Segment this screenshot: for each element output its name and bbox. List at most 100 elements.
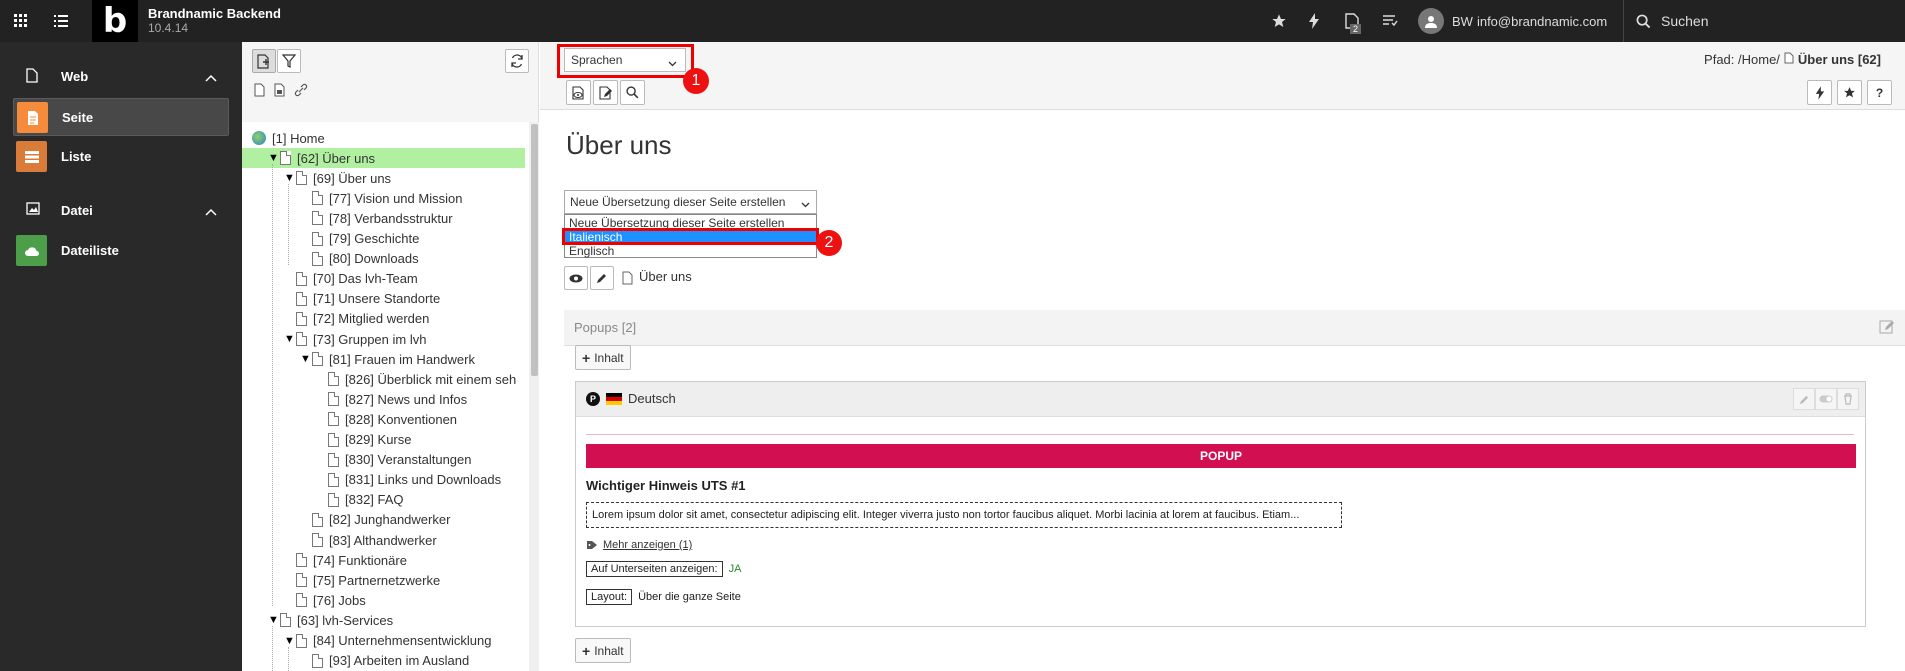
tree-node[interactable]: [82] Junghandwerker: [300, 510, 450, 530]
add-content-button[interactable]: + Inhalt: [575, 345, 631, 370]
sidebar-item-liste[interactable]: Liste: [13, 138, 229, 176]
tree-node[interactable]: [79] Geschichte: [300, 229, 419, 249]
sidebar-item-dateiliste[interactable]: Dateiliste: [13, 232, 229, 270]
edit-page-button[interactable]: [593, 80, 618, 105]
tree-node[interactable]: ▼ [84] Unternehmensentwicklung: [284, 631, 492, 651]
tree-node[interactable]: [74] Funktionäre: [284, 550, 407, 570]
brand-logo[interactable]: b: [92, 0, 138, 42]
tree-node[interactable]: ▼ [73] Gruppen im lvh: [284, 329, 426, 349]
collapse-toggle-icon[interactable]: ▼: [268, 152, 280, 164]
tree-node[interactable]: [75] Partnernetzwerke: [284, 570, 440, 590]
chevron-up-icon[interactable]: [205, 204, 217, 219]
filter-icon: [282, 54, 296, 68]
refresh-button[interactable]: [505, 49, 529, 73]
popup-hint-title: Wichtiger Hinweis UTS #1: [586, 478, 746, 493]
page-type-icon[interactable]: [254, 83, 265, 100]
new-page-button[interactable]: [252, 49, 276, 73]
tree-node[interactable]: ▼ [81] Frauen im Handwerk: [300, 349, 475, 369]
tree-node[interactable]: [826] Überblick mit einem seh: [316, 369, 516, 389]
delete-element-button[interactable]: [1837, 388, 1859, 410]
tree-node-label: [74] Funktionäre: [313, 552, 407, 568]
tree-node[interactable]: [830] Veranstaltungen: [316, 450, 472, 470]
refresh-icon: [511, 54, 523, 68]
layout-setting: Layout: Über die ganze Seite: [586, 588, 741, 606]
edit-element-button[interactable]: [1793, 388, 1815, 410]
filter-button[interactable]: [277, 49, 301, 73]
tree-node[interactable]: [77] Vision und Mission: [300, 188, 462, 208]
sidebar-group-label: Web: [61, 69, 89, 84]
page-icon: [296, 553, 307, 568]
app-grid-icon[interactable]: [8, 0, 34, 42]
eye-icon: [569, 274, 583, 282]
search-button[interactable]: Suchen: [1636, 0, 1708, 42]
tree-node[interactable]: [72] Mitglied werden: [284, 309, 429, 329]
tree-scrollbar-thumb[interactable]: [531, 124, 538, 376]
tree-node[interactable]: [93] Arbeiten im Ausland: [300, 651, 469, 671]
tree-node-selected[interactable]: ▼ [62] Über uns: [268, 148, 375, 168]
tree-node[interactable]: [829] Kurse: [316, 430, 412, 450]
list-menu-icon[interactable]: [48, 0, 74, 42]
sidebar-group-web[interactable]: Web: [0, 58, 242, 94]
tree-node[interactable]: [831] Links und Downloads: [316, 470, 501, 490]
collapse-toggle-icon[interactable]: ▼: [268, 614, 280, 626]
edit-button[interactable]: [590, 266, 614, 290]
tree-node[interactable]: [827] News und Infos: [316, 389, 467, 409]
page-icon: [296, 573, 307, 588]
translation-select-value: Neue Übersetzung dieser Seite erstellen: [570, 195, 786, 209]
tree-node[interactable]: [76] Jobs: [284, 590, 366, 610]
annotation-highlight-2: [562, 228, 819, 245]
folder-page-icon[interactable]: [274, 83, 286, 100]
collapse-toggle-icon[interactable]: ▼: [284, 333, 296, 345]
tree-node[interactable]: [832] FAQ: [316, 490, 404, 510]
workspace-icon[interactable]: [1378, 0, 1402, 42]
tree-node[interactable]: [71] Unsere Standorte: [284, 289, 440, 309]
toggle-visibility-button[interactable]: [1815, 388, 1837, 410]
sidebar-item-seite[interactable]: Seite: [13, 98, 229, 136]
collapse-toggle-icon[interactable]: ▼: [284, 172, 296, 184]
view-page-button[interactable]: [566, 80, 591, 105]
tree-node[interactable]: [828] Konventionen: [316, 409, 457, 429]
add-page-icon: [257, 53, 269, 69]
german-flag-icon: [606, 392, 622, 405]
tree-node[interactable]: [78] Verbandsstruktur: [300, 208, 453, 228]
page-icon: [312, 251, 323, 266]
more-link[interactable]: Mehr anzeigen (1): [586, 539, 692, 551]
shortcut-button[interactable]: [1807, 80, 1832, 105]
tree-node[interactable]: [1] Home: [252, 128, 325, 148]
star-bookmark-icon[interactable]: [1267, 0, 1291, 42]
page-icon: [296, 291, 307, 306]
link-page-icon[interactable]: [294, 83, 308, 100]
tree-node-label: [80] Downloads: [329, 251, 419, 267]
page-tree-panel: [1] Home ▼ [62] Über uns ▼ [69] Über uns [77]…: [242, 42, 539, 671]
tree-node[interactable]: ▼ [63] lvh-Services: [268, 610, 393, 630]
opendocs-icon[interactable]: 2: [1338, 0, 1366, 42]
tree-node[interactable]: [80] Downloads: [300, 249, 419, 269]
flash-icon[interactable]: [1302, 0, 1326, 42]
tree-guide-line: [272, 626, 273, 671]
chevron-up-icon[interactable]: [205, 70, 217, 85]
add-content-button[interactable]: + Inhalt: [575, 638, 631, 663]
content-element: P Deutsch POPUP Wichtiger Hinweis UTS #1…: [575, 381, 1866, 627]
bookmark-button[interactable]: [1837, 80, 1862, 105]
tree-node-label: [826] Überblick mit einem seh: [345, 371, 517, 387]
tree-node[interactable]: ▼ [69] Über uns: [284, 168, 391, 188]
edit-column-icon[interactable]: [1879, 319, 1895, 338]
help-button[interactable]: ?: [1867, 80, 1892, 105]
logo-letter: b: [102, 1, 128, 41]
tree-node[interactable]: [83] Althandwerker: [300, 530, 437, 550]
collapse-toggle-icon[interactable]: ▼: [284, 635, 296, 647]
tree-node[interactable]: [70] Das lvh-Team: [284, 269, 418, 289]
tree-node-label: [75] Partnernetzwerke: [313, 572, 441, 588]
page-icon: [280, 151, 291, 166]
module-sidebar: Web Seite Liste Datei Dateiliste: [0, 42, 242, 671]
translation-select[interactable]: Neue Übersetzung dieser Seite erstellen: [564, 190, 817, 214]
image-group-icon: [26, 202, 40, 218]
site-version: 10.4.14: [148, 21, 189, 35]
page-title: Über uns: [566, 130, 672, 160]
search-content-button[interactable]: [620, 80, 645, 105]
user-menu[interactable]: BW info@brandnamic.com: [1418, 0, 1607, 42]
sidebar-group-datei[interactable]: Datei: [0, 192, 242, 228]
dropdown-option[interactable]: Englisch: [565, 244, 816, 258]
preview-button[interactable]: [564, 266, 588, 290]
collapse-toggle-icon[interactable]: ▼: [300, 353, 312, 365]
